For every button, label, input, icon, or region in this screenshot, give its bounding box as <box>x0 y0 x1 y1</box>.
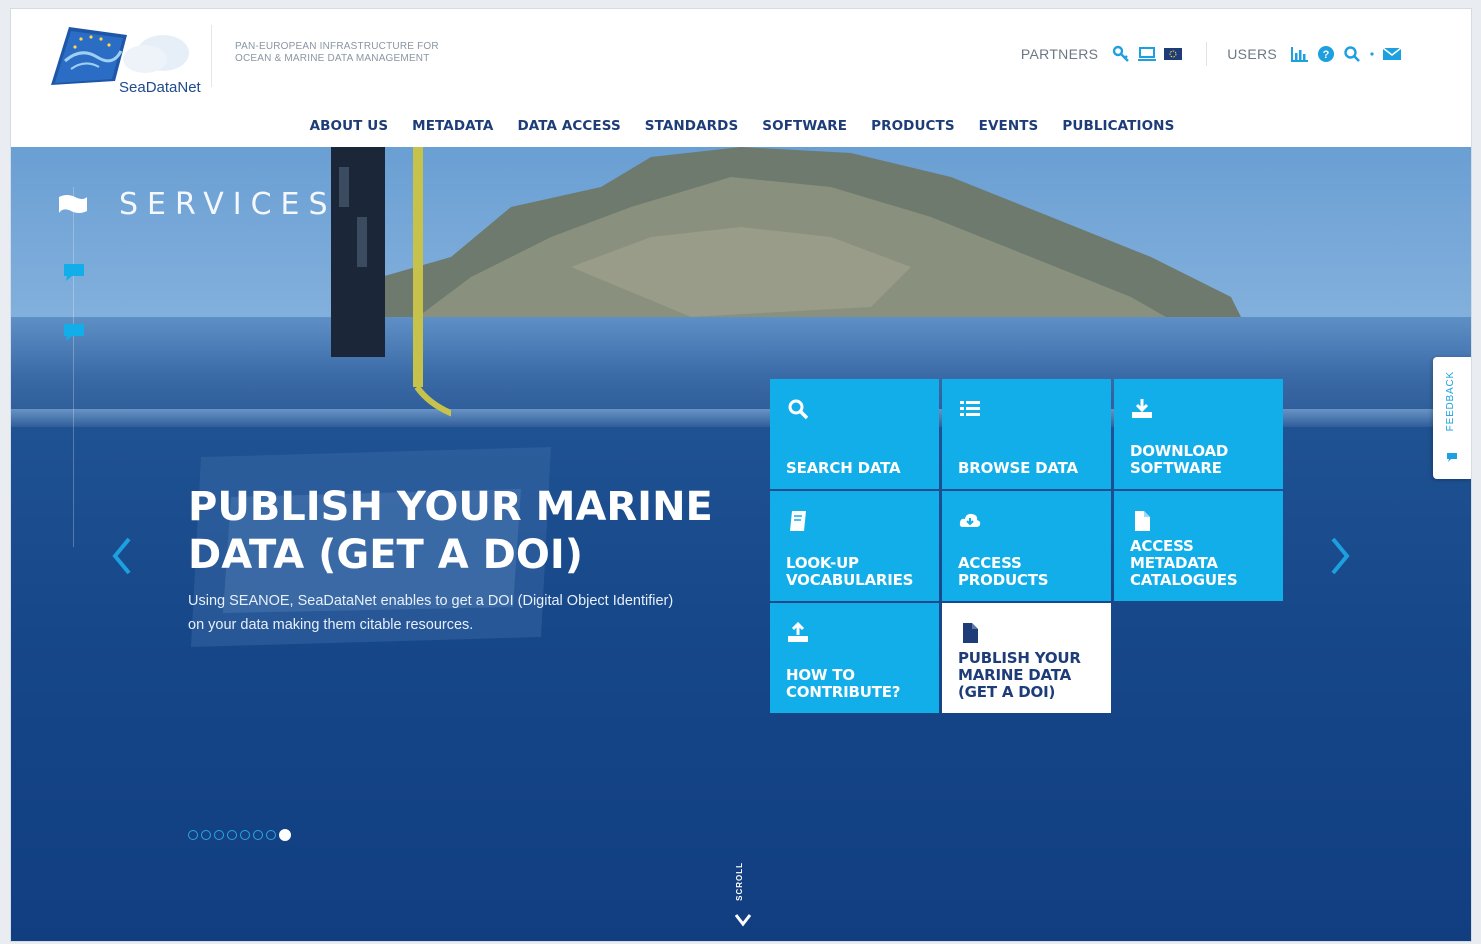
slider-pagination <box>188 829 291 841</box>
services-title: SERVICES <box>119 187 337 222</box>
key-icon[interactable] <box>1110 43 1132 65</box>
slider-dot[interactable] <box>266 830 276 840</box>
hero-slider: SERVICES PUBLISH YOUR MARINE DATA (GET A… <box>11 147 1471 941</box>
slider-dot[interactable] <box>188 830 198 840</box>
utility-divider <box>1206 42 1208 66</box>
seadatanet-logo[interactable]: SeaDataNet <box>41 21 201 96</box>
utility-bar: PARTNERS USERS ? <box>1021 42 1405 66</box>
nav-products[interactable]: PRODUCTS <box>871 115 955 145</box>
logo-wordmark: SeaDataNet <box>119 79 201 96</box>
slider-dot[interactable] <box>240 830 250 840</box>
svg-text:?: ? <box>1323 49 1330 61</box>
document-icon <box>1135 511 1150 531</box>
flag-icon <box>59 194 87 215</box>
list-icon <box>960 401 980 416</box>
partners-label[interactable]: PARTNERS <box>1021 46 1098 62</box>
chevron-down-icon <box>734 914 752 927</box>
feedback-label: FEEDBACK <box>1445 371 1456 432</box>
nav-publications[interactable]: PUBLICATIONS <box>1062 115 1174 145</box>
chat-icon[interactable] <box>61 259 87 285</box>
slider-dot[interactable] <box>227 830 237 840</box>
chat-icon <box>1447 453 1457 462</box>
tile-browse-data[interactable]: BROWSE DATA <box>942 379 1111 489</box>
monitor-icon[interactable] <box>1136 43 1158 65</box>
chat-icon[interactable] <box>61 319 87 345</box>
tile-label: PUBLISH YOUR MARINE DATA (GET A DOI) <box>958 649 1081 701</box>
book-icon <box>790 511 806 531</box>
slider-prev-arrow[interactable] <box>107 533 137 579</box>
tile-label: HOW TO CONTRIBUTE? <box>786 666 901 701</box>
tile-label: BROWSE DATA <box>958 459 1078 477</box>
tile-download-software[interactable]: DOWNLOAD SOFTWARE <box>1114 379 1283 489</box>
search-icon <box>788 399 809 420</box>
browser-page: SeaDataNet PAN-EUROPEAN INFRASTRUCTURE F… <box>10 8 1472 942</box>
eu-flag-icon[interactable] <box>1162 43 1184 65</box>
underwater-sensor-image <box>191 447 551 647</box>
chevron-left-icon <box>112 537 131 575</box>
chevron-down-icon[interactable] <box>1367 43 1377 65</box>
nav-events[interactable]: EVENTS <box>979 115 1039 145</box>
tile-label: SEARCH DATA <box>786 459 901 477</box>
tile-label: DOWNLOAD SOFTWARE <box>1130 442 1229 477</box>
site-tagline: PAN-EUROPEAN INFRASTRUCTURE FOR OCEAN & … <box>235 41 439 65</box>
tile-publish-your-marine-data[interactable]: PUBLISH YOUR MARINE DATA (GET A DOI) <box>942 603 1111 713</box>
search-icon[interactable] <box>1341 43 1363 65</box>
slide-description: Using SEANOE, SeaDataNet enables to get … <box>188 593 674 633</box>
nav-data-access[interactable]: DATA ACCESS <box>517 115 620 145</box>
chart-icon[interactable] <box>1289 43 1311 65</box>
nav-standards[interactable]: STANDARDS <box>645 115 739 145</box>
services-header: SERVICES <box>57 187 337 222</box>
tile-search-data[interactable]: SEARCH DATA <box>770 379 939 489</box>
nav-software[interactable]: SOFTWARE <box>762 115 847 145</box>
tile-access-metadata-catalogues[interactable]: ACCESS METADATA CATALOGUES <box>1114 491 1283 601</box>
tagline-line: OCEAN & MARINE DATA MANAGEMENT <box>235 53 430 64</box>
cloud-download-icon <box>959 513 981 527</box>
header-divider <box>211 25 212 87</box>
services-sidebar-line <box>73 187 74 547</box>
tagline-line: PAN-EUROPEAN INFRASTRUCTURE FOR <box>235 41 439 52</box>
main-navigation: ABOUT US METADATA DATA ACCESS STANDARDS … <box>11 115 1471 145</box>
chevron-right-icon <box>1331 537 1350 575</box>
slider-dot[interactable] <box>214 830 224 840</box>
site-header: SeaDataNet PAN-EUROPEAN INFRASTRUCTURE F… <box>11 9 1471 134</box>
tile-how-to-contribute[interactable]: HOW TO CONTRIBUTE? <box>770 603 939 713</box>
document-icon <box>963 623 978 643</box>
instrument-image <box>331 147 451 417</box>
users-label[interactable]: USERS <box>1227 46 1277 62</box>
tile-label: ACCESS METADATA CATALOGUES <box>1130 537 1238 589</box>
services-grid: SEARCH DATA BROWSE DATA DOWNLOAD SOFTWAR… <box>770 379 1284 714</box>
tile-label: LOOK-UP VOCABULARIES <box>786 554 914 589</box>
feedback-tab[interactable]: FEEDBACK <box>1433 357 1471 479</box>
scroll-down-button[interactable]: SCROLL <box>731 862 755 932</box>
download-icon <box>1132 399 1152 418</box>
nav-about-us[interactable]: ABOUT US <box>310 115 389 145</box>
tile-look-up-vocabularies[interactable]: LOOK-UP VOCABULARIES <box>770 491 939 601</box>
mail-icon[interactable] <box>1381 43 1403 65</box>
upload-icon <box>788 621 808 642</box>
tile-access-products[interactable]: ACCESS PRODUCTS <box>942 491 1111 601</box>
slide-title: PUBLISH YOUR MARINE DATA (GET A DOI) <box>188 484 713 578</box>
scroll-label: SCROLL <box>735 862 744 901</box>
slider-dot[interactable] <box>201 830 211 840</box>
slider-next-arrow[interactable] <box>1325 533 1355 579</box>
slider-dot[interactable] <box>253 830 263 840</box>
slider-dot-active[interactable] <box>279 829 291 841</box>
nav-metadata[interactable]: METADATA <box>412 115 493 145</box>
help-icon[interactable]: ? <box>1315 43 1337 65</box>
tile-label: ACCESS PRODUCTS <box>958 554 1049 589</box>
